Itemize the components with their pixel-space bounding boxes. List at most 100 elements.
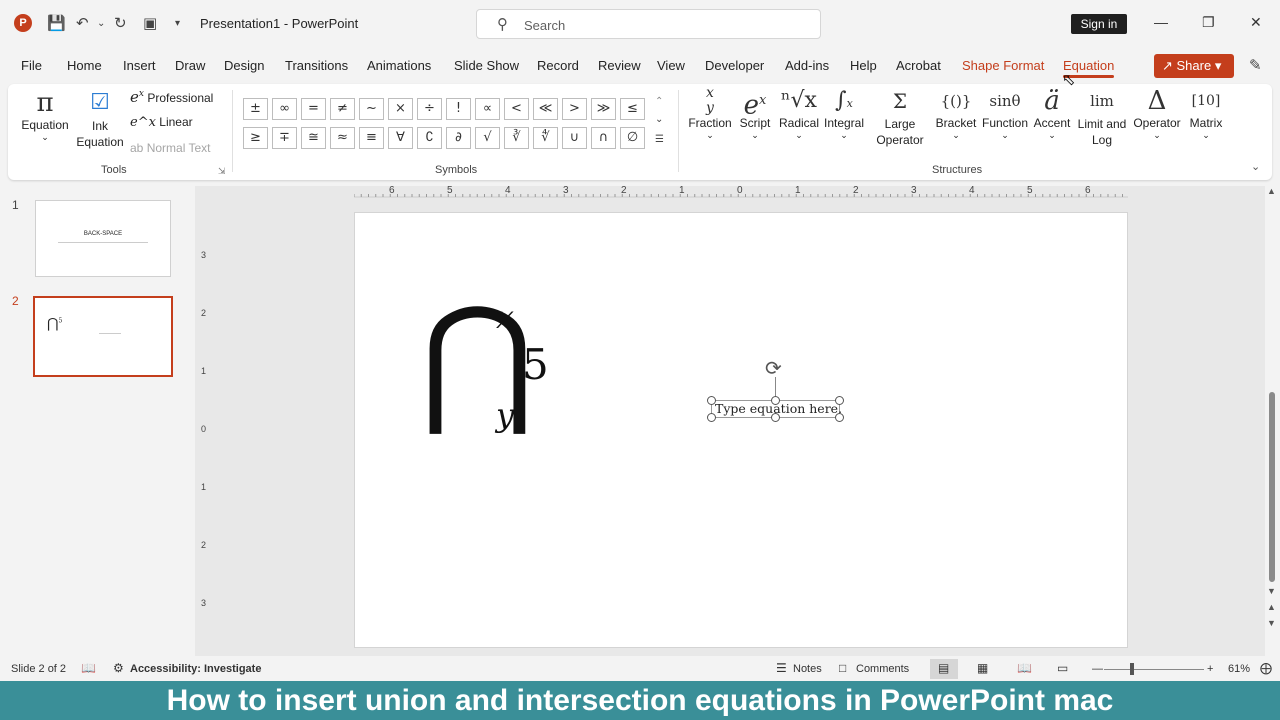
symbol-item[interactable]: ≠ — [330, 98, 355, 120]
accent-button[interactable]: ä Accent ⌄ — [1032, 86, 1072, 141]
bracket-button[interactable]: {()} Bracket ⌄ — [934, 86, 978, 141]
tab-file[interactable]: File — [21, 58, 42, 73]
professional-button[interactable]: ex Professional — [130, 88, 213, 106]
operand-5[interactable]: 5 — [522, 340, 549, 389]
accessibility-status[interactable]: Accessibility: Investigate — [130, 663, 261, 675]
more-symbols-icon[interactable]: ☰ — [655, 134, 664, 145]
operator-button[interactable]: Δ Operator ⌄ — [1130, 86, 1184, 141]
symbol-item[interactable]: ! — [446, 98, 471, 120]
share-button[interactable]: ↗ Share ▾ — [1154, 54, 1234, 78]
resize-handle[interactable] — [835, 396, 844, 405]
scroll-up-arrow-icon[interactable]: ▲ — [1267, 186, 1276, 196]
symbol-item[interactable]: ÷ — [417, 98, 442, 120]
function-button[interactable]: sinθ Function ⌄ — [978, 86, 1032, 141]
zoom-in-icon[interactable]: + — [1207, 663, 1213, 675]
slide-show-icon[interactable]: ▭ — [1057, 661, 1068, 675]
matrix-button[interactable]: [10] Matrix ⌄ — [1184, 86, 1228, 141]
limit-and-log-button[interactable]: lim Limit and Log — [1072, 86, 1132, 148]
radical-button[interactable]: ⁿ√x Radical ⌄ — [776, 86, 822, 141]
symbol-item[interactable]: ∜ — [533, 127, 558, 149]
zoom-level[interactable]: 61% — [1228, 663, 1250, 675]
spell-check-icon[interactable]: 📖 — [81, 661, 96, 675]
restore-icon[interactable]: ❐ — [1202, 14, 1215, 31]
comments-button[interactable]: Comments — [856, 663, 909, 675]
symbol-item[interactable]: > — [562, 98, 587, 120]
symbol-item[interactable]: ~ — [359, 98, 384, 120]
tab-insert[interactable]: Insert — [123, 58, 156, 73]
notes-button[interactable]: Notes — [793, 663, 822, 675]
symbol-item[interactable]: ≈ — [330, 127, 355, 149]
symbol-item[interactable]: ∅ — [620, 127, 645, 149]
zoom-slider-thumb[interactable] — [1130, 663, 1134, 675]
symbol-item[interactable]: ± — [243, 98, 268, 120]
symbol-item[interactable]: ∞ — [272, 98, 297, 120]
symbol-item[interactable]: × — [388, 98, 413, 120]
close-icon[interactable]: ✕ — [1250, 14, 1262, 31]
tab-add-ins[interactable]: Add-ins — [785, 58, 829, 73]
tab-home[interactable]: Home — [67, 58, 102, 73]
tab-design[interactable]: Design — [224, 58, 264, 73]
previous-slide-icon[interactable]: ▲ — [1267, 602, 1276, 612]
zoom-out-icon[interactable]: — — [1092, 663, 1103, 675]
intersection-operator[interactable]: ⋂ — [420, 290, 535, 430]
symbol-item[interactable]: ≥ — [243, 127, 268, 149]
symbol-item[interactable]: √ — [475, 127, 500, 149]
undo-dropdown-icon[interactable]: ⌄ — [97, 18, 105, 29]
tab-animations[interactable]: Animations — [367, 58, 431, 73]
zoom-slider-track[interactable] — [1104, 669, 1204, 670]
tab-help[interactable]: Help — [850, 58, 877, 73]
sign-in-button[interactable]: Sign in — [1071, 14, 1127, 34]
symbol-item[interactable]: ≡ — [359, 127, 384, 149]
tab-developer[interactable]: Developer — [705, 58, 764, 73]
resize-handle[interactable] — [707, 396, 716, 405]
symbol-item[interactable]: ≤ — [620, 98, 645, 120]
resize-handle[interactable] — [771, 413, 780, 422]
subscript-y[interactable]: y — [496, 396, 514, 434]
symbol-item[interactable]: ∀ — [388, 127, 413, 149]
equation-button[interactable]: π Equation ⌄ — [20, 88, 70, 143]
symbol-item[interactable]: ∪ — [562, 127, 587, 149]
present-icon[interactable]: ▣ — [143, 14, 157, 32]
scrollbar-thumb[interactable] — [1269, 392, 1275, 582]
symbol-item[interactable]: ≫ — [591, 98, 616, 120]
slide-sorter-icon[interactable]: ▦ — [977, 661, 988, 675]
symbol-item[interactable]: ∝ — [475, 98, 500, 120]
fraction-button[interactable]: xy Fraction ⌄ — [684, 86, 736, 141]
comments-icon[interactable]: □ — [839, 661, 846, 675]
scroll-down-arrow-icon[interactable]: ▼ — [1267, 586, 1276, 596]
resize-handle[interactable] — [835, 413, 844, 422]
save-icon[interactable]: 💾 — [47, 14, 66, 32]
notes-icon[interactable]: ☰ — [776, 661, 787, 675]
dialog-launcher-icon[interactable]: ⇲ — [218, 166, 226, 177]
vertical-scrollbar[interactable]: ▲ ▼ ▲ ▼ — [1266, 186, 1278, 636]
resize-handle[interactable] — [771, 396, 780, 405]
resize-handle[interactable] — [707, 413, 716, 422]
next-slide-icon[interactable]: ▼ — [1267, 618, 1276, 628]
collapse-ribbon-icon[interactable]: ⌄ — [1251, 160, 1260, 173]
symbol-item[interactable]: ∓ — [272, 127, 297, 149]
tab-record[interactable]: Record — [537, 58, 579, 73]
undo-icon[interactable]: ↶ — [76, 14, 89, 32]
fit-to-window-icon[interactable]: ⨁ — [1260, 661, 1272, 675]
symbol-item[interactable]: = — [301, 98, 326, 120]
search-box[interactable]: ⚲ Search — [476, 9, 821, 39]
superscript-x[interactable]: x — [496, 298, 514, 336]
tab-shape-format[interactable]: Shape Format — [962, 58, 1044, 73]
symbol-item[interactable]: ∛ — [504, 127, 529, 149]
symbol-item[interactable]: < — [504, 98, 529, 120]
ink-equation-button[interactable]: ☑ Ink Equation — [76, 88, 124, 150]
symbol-item[interactable]: ∂ — [446, 127, 471, 149]
tab-transitions[interactable]: Transitions — [285, 58, 348, 73]
normal-text-button[interactable]: ab Normal Text — [130, 141, 211, 155]
symbol-item[interactable]: ≪ — [533, 98, 558, 120]
symbol-item[interactable]: ≅ — [301, 127, 326, 149]
customize-toolbar-icon[interactable]: ▾ — [175, 18, 180, 29]
script-button[interactable]: ex Script ⌄ — [734, 86, 776, 141]
scroll-up-icon[interactable]: ⌃ — [655, 96, 663, 107]
linear-button[interactable]: e^x Linear — [130, 115, 193, 130]
tab-review[interactable]: Review — [598, 58, 641, 73]
tab-acrobat[interactable]: Acrobat — [896, 58, 941, 73]
rotate-handle-icon[interactable]: ⟳ — [765, 356, 782, 381]
minimize-icon[interactable]: — — [1154, 14, 1168, 30]
scroll-down-icon[interactable]: ⌄ — [655, 114, 663, 125]
